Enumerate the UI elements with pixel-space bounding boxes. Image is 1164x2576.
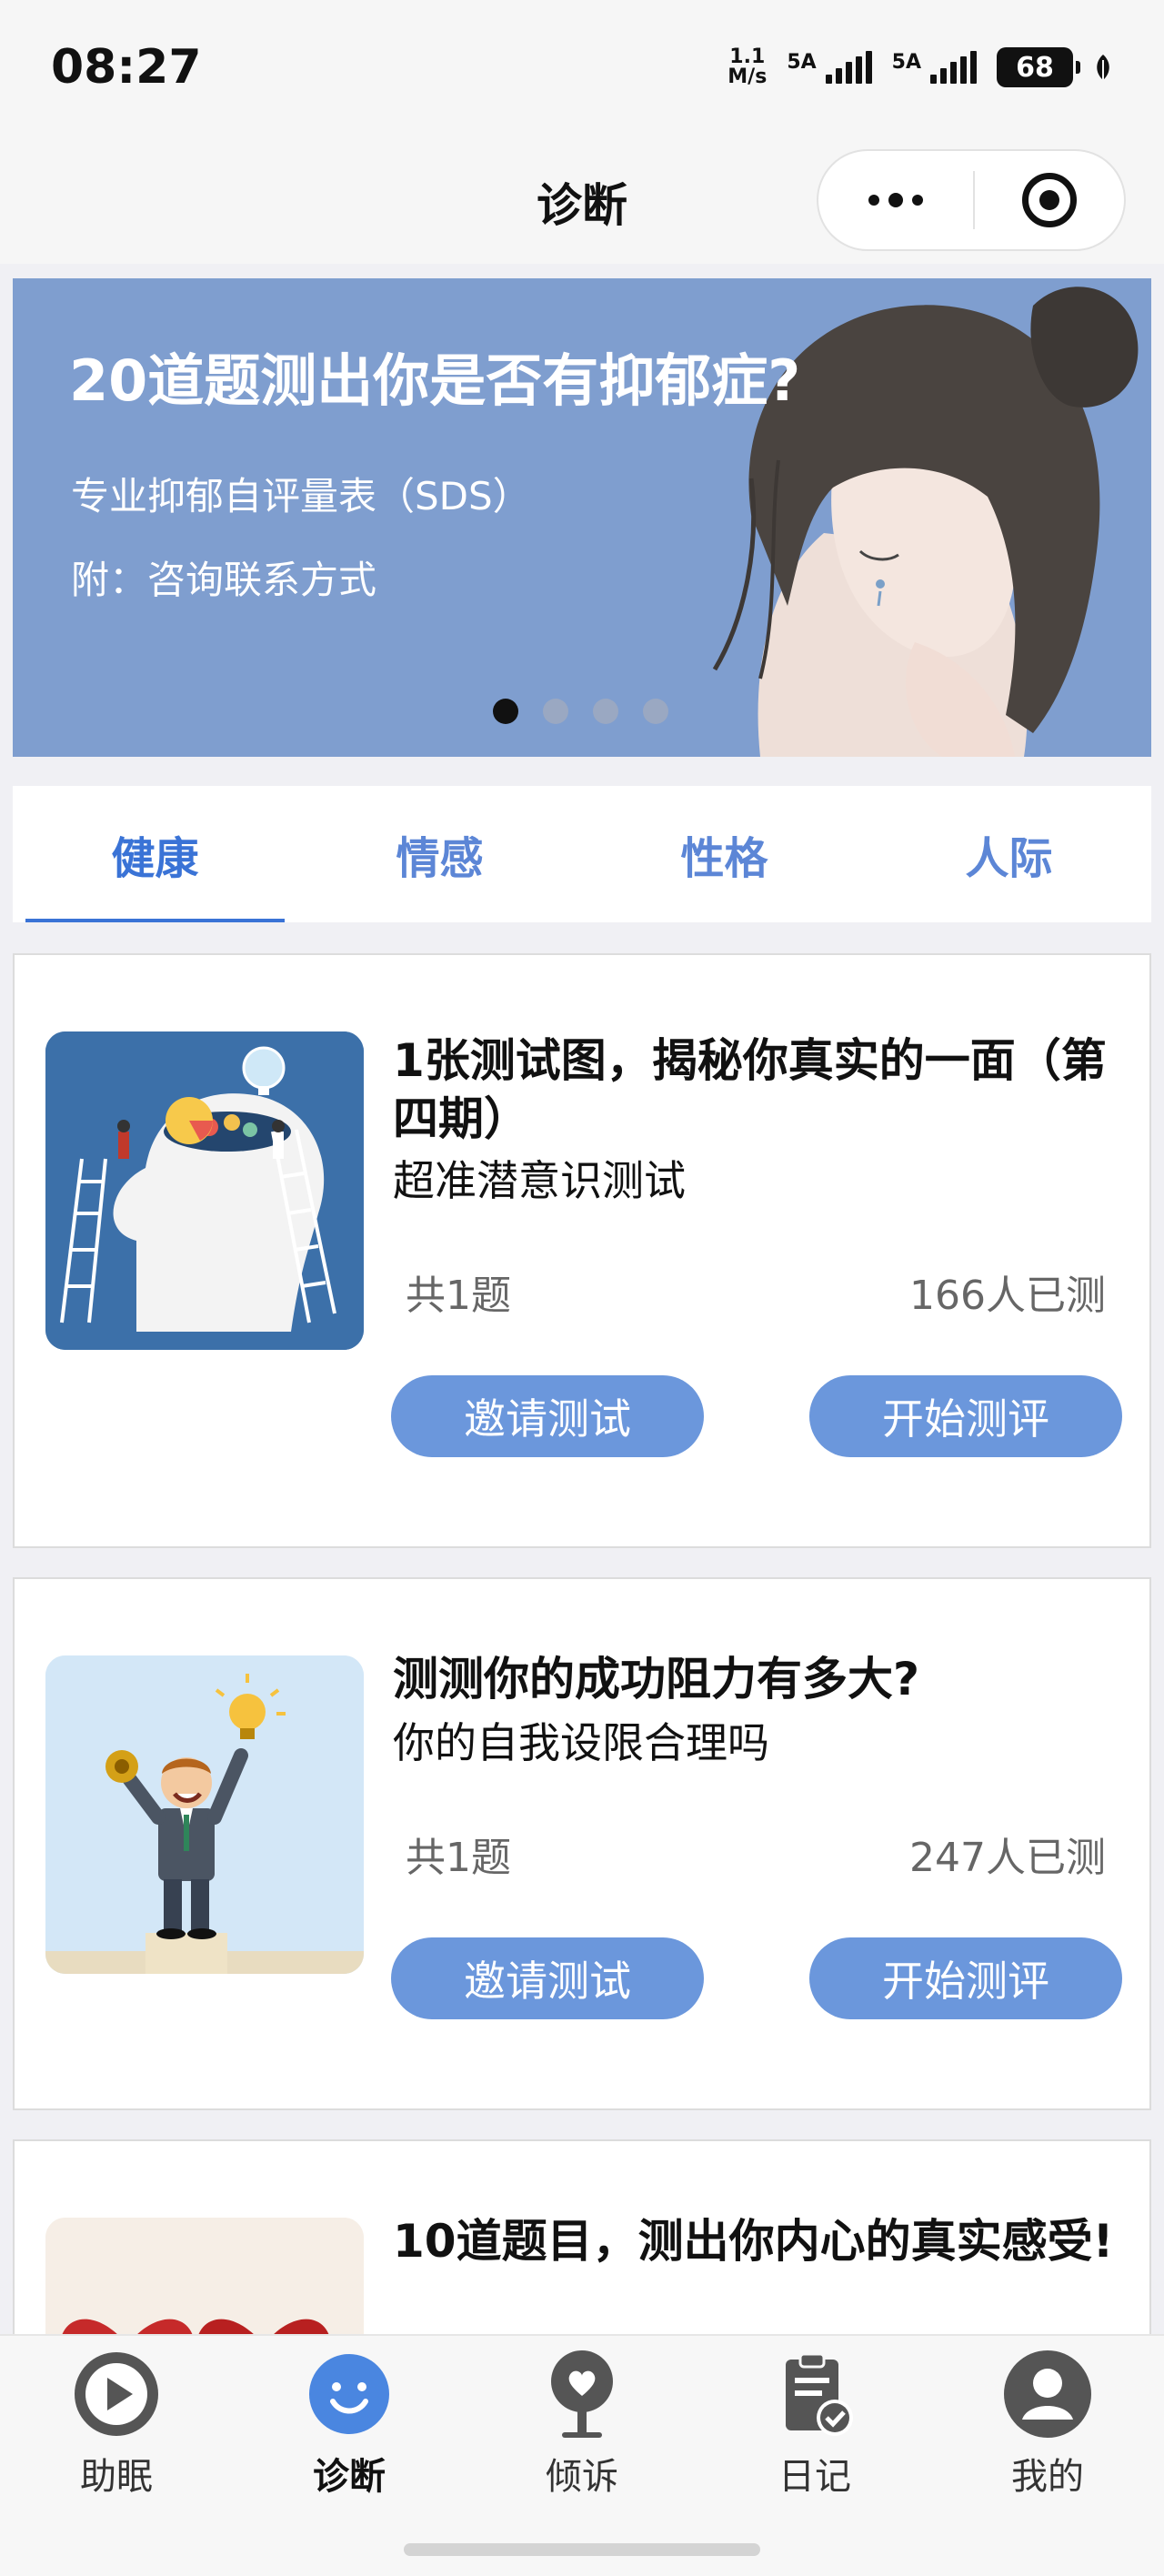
user-avatar-icon (1002, 2349, 1093, 2440)
carousel-dot[interactable] (493, 699, 518, 724)
tab-diary[interactable]: 日记 (724, 2349, 906, 2500)
status-time: 08:27 (51, 40, 202, 95)
tab-label: 倾诉 (546, 2456, 618, 2498)
clipboard-check-icon (769, 2349, 860, 2440)
signal-2: 5A (892, 51, 977, 84)
card-subtitle: 超准潜意识测试 (393, 1156, 686, 1205)
leaf-icon (1097, 55, 1109, 80)
heart-tree-icon (537, 2349, 627, 2440)
carousel-dot[interactable] (543, 699, 568, 724)
home-indicator[interactable] (404, 2543, 760, 2556)
play-circle-icon (71, 2349, 162, 2440)
card-title: 测测你的成功阻力有多大? (393, 1653, 920, 1706)
signal-bars-icon (930, 51, 977, 84)
status-indicators: 1.1 M/s 5A 5A 68 (728, 47, 1113, 87)
card-title: 1张测试图，揭秘你真实的一面（第四期） (393, 1034, 1107, 1145)
participant-count: 166人已测 (909, 1273, 1106, 1319)
card-subtitle: 你的自我设限合理吗 (393, 1718, 769, 1767)
tab-label: 我的 (1011, 2456, 1084, 2498)
head-ladders-illustration (45, 1031, 364, 1350)
tab-mine[interactable]: 我的 (957, 2349, 1139, 2500)
invite-test-button[interactable]: 邀请测试 (391, 1375, 704, 1457)
more-dots-icon[interactable] (818, 151, 973, 249)
banner-title: 20道题测出你是否有抑郁症? (69, 347, 801, 414)
banner-subtitle-2: 附：咨询联系方式 (71, 558, 377, 602)
status-bar: 08:27 1.1 M/s 5A 5A 68 (0, 0, 1164, 136)
start-test-button[interactable]: 开始测评 (809, 1375, 1122, 1457)
tab-label: 助眠 (80, 2456, 153, 2498)
bottom-tab-bar: 助眠 诊断 倾诉 日记 我的 (0, 2334, 1164, 2576)
tab-diagnose[interactable]: 诊断 (258, 2349, 440, 2500)
target-icon (1022, 173, 1077, 227)
smile-face-icon (304, 2349, 395, 2440)
network-speed: 1.1 M/s (728, 45, 768, 88)
banner-subtitle: 专业抑郁自评量表（SDS） (71, 474, 531, 518)
carousel-dot[interactable] (593, 699, 618, 724)
signal-bars-icon (825, 51, 872, 84)
carousel-dots (493, 699, 668, 724)
signal-1: 5A (787, 51, 872, 84)
battery-icon: 68 (997, 47, 1080, 87)
mini-program-capsule (817, 149, 1126, 251)
test-card[interactable]: 测测你的成功阻力有多大? 你的自我设限合理吗 共1题 247人已测 邀请测试 开… (13, 1577, 1151, 2110)
question-count: 共1题 (406, 1835, 511, 1881)
test-card[interactable]: 1张测试图，揭秘你真实的一面（第四期） 超准潜意识测试 共1题 166人已测 邀… (13, 953, 1151, 1548)
businessman-lightbulb-illustration (45, 1655, 364, 1974)
promo-banner[interactable]: 20道题测出你是否有抑郁症? 专业抑郁自评量表（SDS） 附：咨询联系方式 (13, 278, 1151, 757)
card-title: 10道题目，测出你内心的真实感受! (393, 2215, 1114, 2268)
question-count: 共1题 (406, 1273, 511, 1319)
participant-count: 247人已测 (909, 1835, 1106, 1881)
carousel-dot[interactable] (643, 699, 668, 724)
tab-personality[interactable]: 性格 (582, 786, 867, 922)
tab-health[interactable]: 健康 (13, 786, 297, 922)
tab-label: 日记 (778, 2456, 851, 2498)
tab-confide[interactable]: 倾诉 (491, 2349, 673, 2500)
nav-bar: 诊断 (0, 136, 1164, 264)
start-test-button[interactable]: 开始测评 (809, 1937, 1122, 2019)
tab-social[interactable]: 人际 (867, 786, 1151, 922)
tab-emotion[interactable]: 情感 (297, 786, 582, 922)
close-button[interactable] (975, 151, 1124, 249)
invite-test-button[interactable]: 邀请测试 (391, 1937, 704, 2019)
category-tabs: 健康 情感 性格 人际 (13, 786, 1151, 922)
tab-sleep[interactable]: 助眠 (25, 2349, 207, 2500)
tab-label: 诊断 (313, 2456, 386, 2498)
